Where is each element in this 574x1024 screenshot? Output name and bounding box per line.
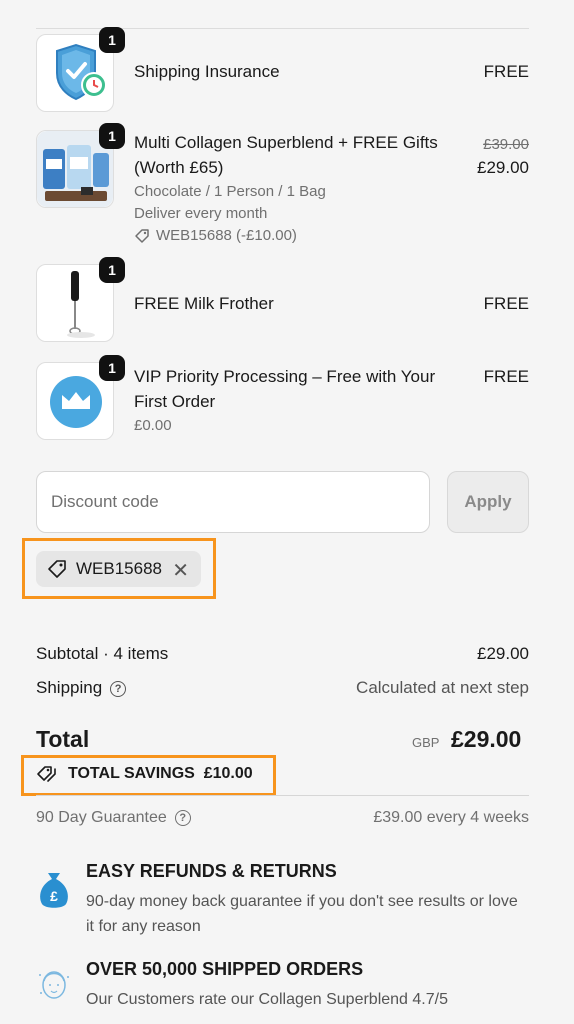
remove-discount-icon[interactable]: ✕ — [172, 558, 189, 583]
total-savings-label: TOTAL SAVINGS £10.00 — [68, 765, 253, 782]
item-delivery: Deliver every month — [134, 205, 268, 222]
feature-shipped-orders: OVER 50,000 SHIPPED ORDERS Our Customers… — [36, 959, 529, 1019]
quantity-badge: 1 — [99, 355, 125, 381]
question-icon[interactable]: ? — [110, 681, 127, 697]
item-sub-price: £0.00 — [134, 417, 172, 434]
item-price: FREE — [483, 294, 529, 313]
cart-item-milk-frother: 1 FREE Milk Frother FREE — [36, 257, 529, 344]
item-variant: Chocolate / 1 Person / 1 Bag — [134, 183, 326, 200]
feature-title: EASY REFUNDS & RETURNS — [86, 861, 337, 881]
question-icon[interactable]: ? — [174, 810, 191, 826]
guarantee-value: £39.00 every 4 weeks — [373, 809, 529, 826]
subtotal-row: Subtotal · 4 items £29.00 — [36, 644, 529, 666]
item-title: Multi Collagen Superblend + FREE Gifts (… — [134, 133, 438, 177]
applied-code-label: WEB15688 — [76, 559, 162, 578]
item-title: Shipping Insurance — [134, 62, 280, 81]
item-discount: WEB15688 (-£10.00) — [134, 225, 297, 247]
cart-item-multi-collagen: 1 Multi Collagen Superblend + FREE Gifts… — [36, 123, 529, 250]
subtotal-value: £29.00 — [477, 644, 529, 663]
applied-discount-chip: WEB15688 ✕ — [36, 551, 201, 587]
quantity-badge: 1 — [99, 123, 125, 149]
quantity-badge: 1 — [99, 257, 125, 283]
tag-icon — [48, 560, 66, 578]
apply-button[interactable]: Apply — [447, 471, 529, 533]
product-thumbnail: 1 — [36, 355, 125, 440]
cart-item-vip-priority: 1 VIP Priority Processing – Free with Yo… — [36, 355, 529, 442]
shipping-label-wrap: Shipping? — [36, 678, 127, 698]
item-old-price: £39.00 — [483, 136, 529, 153]
product-thumbnail: 1 — [36, 27, 125, 112]
shipping-label: Shipping — [36, 678, 103, 697]
product-thumbnail: 1 — [36, 257, 125, 342]
tag-icon — [135, 229, 149, 243]
guarantee-row: 90 Day Guarantee? £39.00 every 4 weeks — [36, 809, 529, 827]
item-price: £29.00 — [477, 158, 529, 177]
feature-body: 90-day money back guarantee if you don't… — [86, 893, 518, 935]
cart-item-shipping-insurance: 1 Shipping Insurance FREE — [36, 27, 529, 114]
shipping-value: Calculated at next step — [356, 678, 529, 697]
item-discount-label: WEB15688 (-£10.00) — [156, 227, 297, 244]
face-icon — [39, 971, 69, 999]
guarantee-label: 90 Day Guarantee — [36, 809, 167, 826]
currency-label: GBP — [412, 735, 440, 750]
tags-icon — [37, 766, 56, 782]
item-title: FREE Milk Frother — [134, 294, 274, 313]
product-thumbnail: 1 — [36, 123, 125, 208]
subtotal-label: Subtotal · 4 items — [36, 644, 169, 663]
feature-body: Our Customers rate our Collagen Superble… — [86, 991, 448, 1008]
discount-code-input[interactable] — [36, 471, 430, 533]
item-price: FREE — [483, 367, 529, 386]
total-savings: TOTAL SAVINGS £10.00 — [36, 764, 253, 784]
total-label: Total — [36, 726, 90, 752]
total-value: £29.00 — [451, 726, 522, 752]
svg-text:£: £ — [50, 888, 58, 904]
shipping-row: Shipping? Calculated at next step — [36, 678, 529, 700]
feature-title: OVER 50,000 SHIPPED ORDERS — [86, 959, 364, 979]
feature-refunds: £ EASY REFUNDS & RETURNS 90-day money ba… — [36, 861, 529, 941]
quantity-badge: 1 — [99, 27, 125, 53]
item-title: VIP Priority Processing – Free with Your… — [134, 367, 436, 411]
item-price: FREE — [483, 62, 529, 81]
summary-divider — [36, 795, 529, 796]
money-bag-icon: £ — [40, 873, 68, 908]
